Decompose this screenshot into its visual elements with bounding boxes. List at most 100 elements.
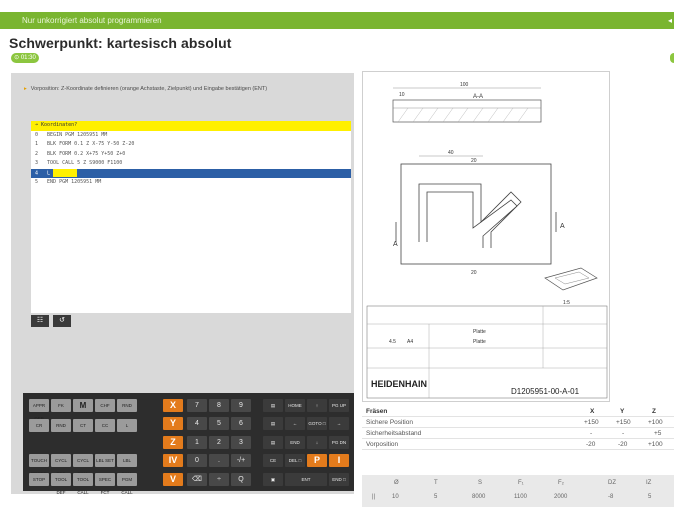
key-p[interactable]: P	[307, 454, 327, 467]
key-axis-iv[interactable]: IV	[163, 454, 183, 467]
key-tool-def[interactable]: TOOL DEF	[51, 473, 71, 495]
key-axis-y[interactable]: Y	[163, 417, 183, 430]
tool-cell: 1100	[514, 494, 527, 500]
key-appr-dep[interactable]: APPR DEP	[29, 399, 49, 421]
key-arrow-left[interactable]: ←	[285, 417, 305, 430]
key-pg-dn[interactable]: PG DN	[329, 436, 349, 449]
key-5[interactable]: 5	[209, 417, 229, 430]
key-cycl-call[interactable]: CYCL CALL	[73, 454, 93, 476]
tool-col: T	[434, 480, 438, 486]
nc-line[interactable]: 2 BLK FORM 0.2 X+75 Y+50 Z+0	[31, 150, 351, 160]
key-spec-fct[interactable]: SPEC FCT	[95, 473, 115, 495]
section-label: A-A	[473, 94, 483, 100]
nc-line[interactable]: 1 BLK FORM 0.1 Z X-75 Y-50 Z-20	[31, 140, 351, 150]
part-name-2: Platte	[473, 339, 486, 345]
nc-line[interactable]: 0 BEGIN PGM 1205951 MM	[31, 131, 351, 141]
dim-20: 20	[471, 158, 477, 164]
side-tab[interactable]	[670, 53, 674, 63]
key-fk[interactable]: FK	[51, 399, 71, 412]
key-2[interactable]: 2	[209, 436, 229, 449]
key-6[interactable]: 6	[231, 417, 251, 430]
section-mark-a1: A	[560, 223, 565, 230]
table-row: Sichere Position +150 +150 +100	[362, 417, 674, 428]
key-lbl-call[interactable]: LBL CALL	[117, 454, 137, 476]
key-tool-call[interactable]: TOOL CALL	[73, 473, 93, 495]
key-7[interactable]: 7	[187, 399, 207, 412]
key-screen-2[interactable]: ▤	[263, 417, 283, 430]
key-ce[interactable]: CE	[263, 454, 283, 467]
key-4[interactable]: 4	[187, 417, 207, 430]
dim-40: 40	[448, 150, 454, 156]
key-del[interactable]: DEL □	[285, 454, 305, 467]
nc-program-editor[interactable]: ➔ Koordinaten? 0 BEGIN PGM 1205951 MM 1 …	[31, 121, 351, 313]
key-q[interactable]: Q	[231, 473, 251, 486]
cell-z: +100	[648, 419, 663, 426]
key-goto[interactable]: GOTO □	[307, 417, 327, 430]
key-screen-4[interactable]: ▣	[263, 473, 283, 486]
key-stop[interactable]: STOP	[29, 473, 49, 486]
key-cycl-def[interactable]: CYCL DEF	[51, 454, 71, 476]
key-1[interactable]: 1	[187, 436, 207, 449]
key-plus-minus[interactable]: -/+	[231, 454, 251, 467]
key-pg-up[interactable]: PG UP	[329, 399, 349, 412]
key-i[interactable]: I	[329, 454, 349, 467]
key-l[interactable]: L	[117, 419, 137, 432]
nc-line[interactable]: 5 END PGM 1205951 MM	[31, 178, 351, 188]
key-home[interactable]: HOME	[285, 399, 305, 412]
key-cr[interactable]: CR	[29, 419, 49, 432]
key-ent[interactable]: ENT	[285, 473, 327, 486]
app-window: Nur unkorrigiert absolut programmieren ◂…	[0, 0, 674, 507]
key-end[interactable]: END	[285, 436, 305, 449]
nc-line-prompt[interactable]: ➔ Koordinaten?	[31, 121, 351, 131]
key-screen-3[interactable]: ▤	[263, 436, 283, 449]
key-rnd2[interactable]: RND	[51, 419, 71, 432]
key-end-block[interactable]: END □	[329, 473, 349, 486]
section-mark-a2: A	[393, 241, 398, 248]
part-name: Platte	[473, 329, 486, 335]
table-row: Sicherheitsabstand - - +5	[362, 428, 674, 439]
tool-cell: 2000	[554, 494, 568, 500]
key-3[interactable]: 3	[231, 436, 251, 449]
key-arrow-right[interactable]: →	[329, 417, 349, 430]
key-axis-v[interactable]: V	[163, 473, 183, 486]
collapse-arrow-icon[interactable]: ◂	[668, 12, 672, 29]
key-decimal[interactable]: .	[209, 454, 229, 467]
key-0[interactable]: 0	[187, 454, 207, 467]
scale-label: 1:5	[563, 300, 570, 306]
nc-line-selected[interactable]: 4 L	[31, 168, 351, 178]
row-label: Sicherheitsabstand	[366, 430, 422, 437]
key-cc[interactable]: CC	[95, 419, 115, 432]
key-divide[interactable]: ÷	[209, 473, 229, 486]
key-lbl-set[interactable]: LBL SET	[95, 454, 115, 467]
layout-icon[interactable]: ☷	[31, 315, 49, 327]
key-8[interactable]: 8	[209, 399, 229, 412]
key-axis-z[interactable]: Z	[163, 436, 183, 449]
nc-line[interactable]: 3 TOOL CALL 5 Z S9000 F1100	[31, 159, 351, 169]
scale-1: 4.5	[389, 339, 396, 345]
key-ct[interactable]: CT	[73, 419, 93, 432]
key-9[interactable]: 9	[231, 399, 251, 412]
page-title: Schwerpunkt: kartesisch absolut	[9, 35, 232, 51]
drawing-svg: 100 10 A-A 40 20 20 A A 1:5 Platte Platt…	[366, 82, 608, 399]
key-rnd[interactable]: RND	[117, 399, 137, 412]
cell-y: -20	[618, 441, 628, 448]
key-pgm-call[interactable]: PGM CALL	[117, 473, 137, 495]
hint-text: Nur unkorrigiert absolut programmieren	[22, 16, 162, 25]
tool-cell: 5	[434, 494, 438, 500]
undo-icon[interactable]: ↺	[53, 315, 71, 327]
tool-col: Ø	[394, 480, 399, 486]
key-touch-probe[interactable]: TOUCH PROBE	[29, 454, 49, 476]
key-chf[interactable]: CHF	[95, 399, 115, 412]
key-axis-x[interactable]: X	[163, 399, 183, 412]
key-screen-1[interactable]: ▤	[263, 399, 283, 412]
tool-icon: ||	[372, 494, 376, 500]
key-m[interactable]: M	[73, 399, 93, 412]
tool-col: IZ	[646, 480, 652, 486]
dim-10: 10	[399, 92, 405, 98]
key-backspace[interactable]: ⌫	[187, 473, 207, 486]
instruction-text: ▸ Vorposition: Z-Koordinate definieren (o…	[24, 86, 268, 92]
tool-cell: 5	[648, 494, 652, 500]
table-row: Vorposition -20 -20 +100	[362, 439, 674, 450]
key-arrow-down[interactable]: ↓	[307, 436, 327, 449]
key-arrow-up[interactable]: ↑	[307, 399, 327, 412]
